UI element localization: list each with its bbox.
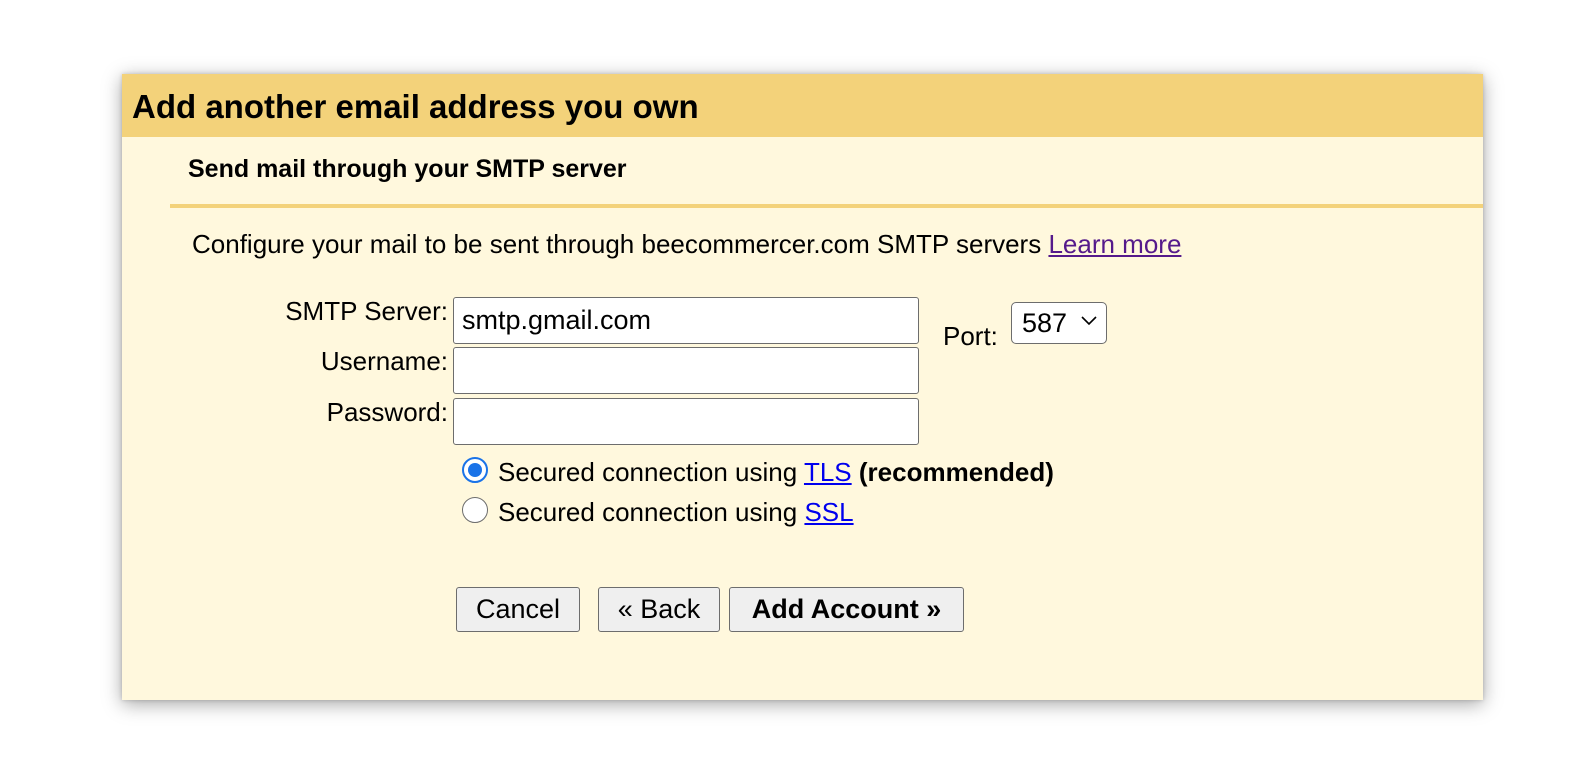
description-label: Configure your mail to be sent through b… bbox=[192, 229, 1042, 259]
port-label: Port: bbox=[943, 321, 998, 351]
username-label: Username: bbox=[320, 346, 448, 376]
ssl-option-text: Secured connection using SSL bbox=[498, 496, 854, 528]
ssl-prefix: Secured connection using bbox=[498, 497, 798, 527]
smtp-server-input[interactable] bbox=[453, 297, 919, 344]
cancel-button[interactable]: Cancel bbox=[456, 587, 580, 632]
tls-option-text: Secured connection using TLS (recommende… bbox=[498, 456, 1054, 488]
section-divider bbox=[170, 204, 1483, 208]
back-button[interactable]: « Back bbox=[598, 587, 720, 632]
tls-radio[interactable] bbox=[462, 457, 488, 483]
chevron-down-icon bbox=[1081, 316, 1097, 326]
section-title: Send mail through your SMTP server bbox=[188, 155, 627, 183]
username-input[interactable] bbox=[453, 347, 919, 394]
tls-recommended: (recommended) bbox=[858, 457, 1054, 487]
port-select[interactable]: 587 bbox=[1011, 302, 1107, 344]
password-label: Password: bbox=[326, 397, 448, 427]
ssl-link[interactable]: SSL bbox=[804, 497, 853, 527]
learn-more-link[interactable]: Learn more bbox=[1048, 229, 1181, 259]
add-email-dialog: Add another email address you own Send m… bbox=[122, 74, 1483, 700]
smtp-server-label: SMTP Server: bbox=[285, 296, 448, 326]
description-text: Configure your mail to be sent through b… bbox=[192, 228, 1181, 260]
dialog-header: Add another email address you own bbox=[122, 74, 1483, 137]
password-input[interactable] bbox=[453, 398, 919, 445]
tls-link[interactable]: TLS bbox=[804, 457, 852, 487]
ssl-radio[interactable] bbox=[462, 497, 488, 523]
dialog-title: Add another email address you own bbox=[132, 88, 699, 125]
add-account-button[interactable]: Add Account » bbox=[729, 587, 964, 632]
port-value: 587 bbox=[1022, 308, 1068, 338]
tls-prefix: Secured connection using bbox=[498, 457, 798, 487]
